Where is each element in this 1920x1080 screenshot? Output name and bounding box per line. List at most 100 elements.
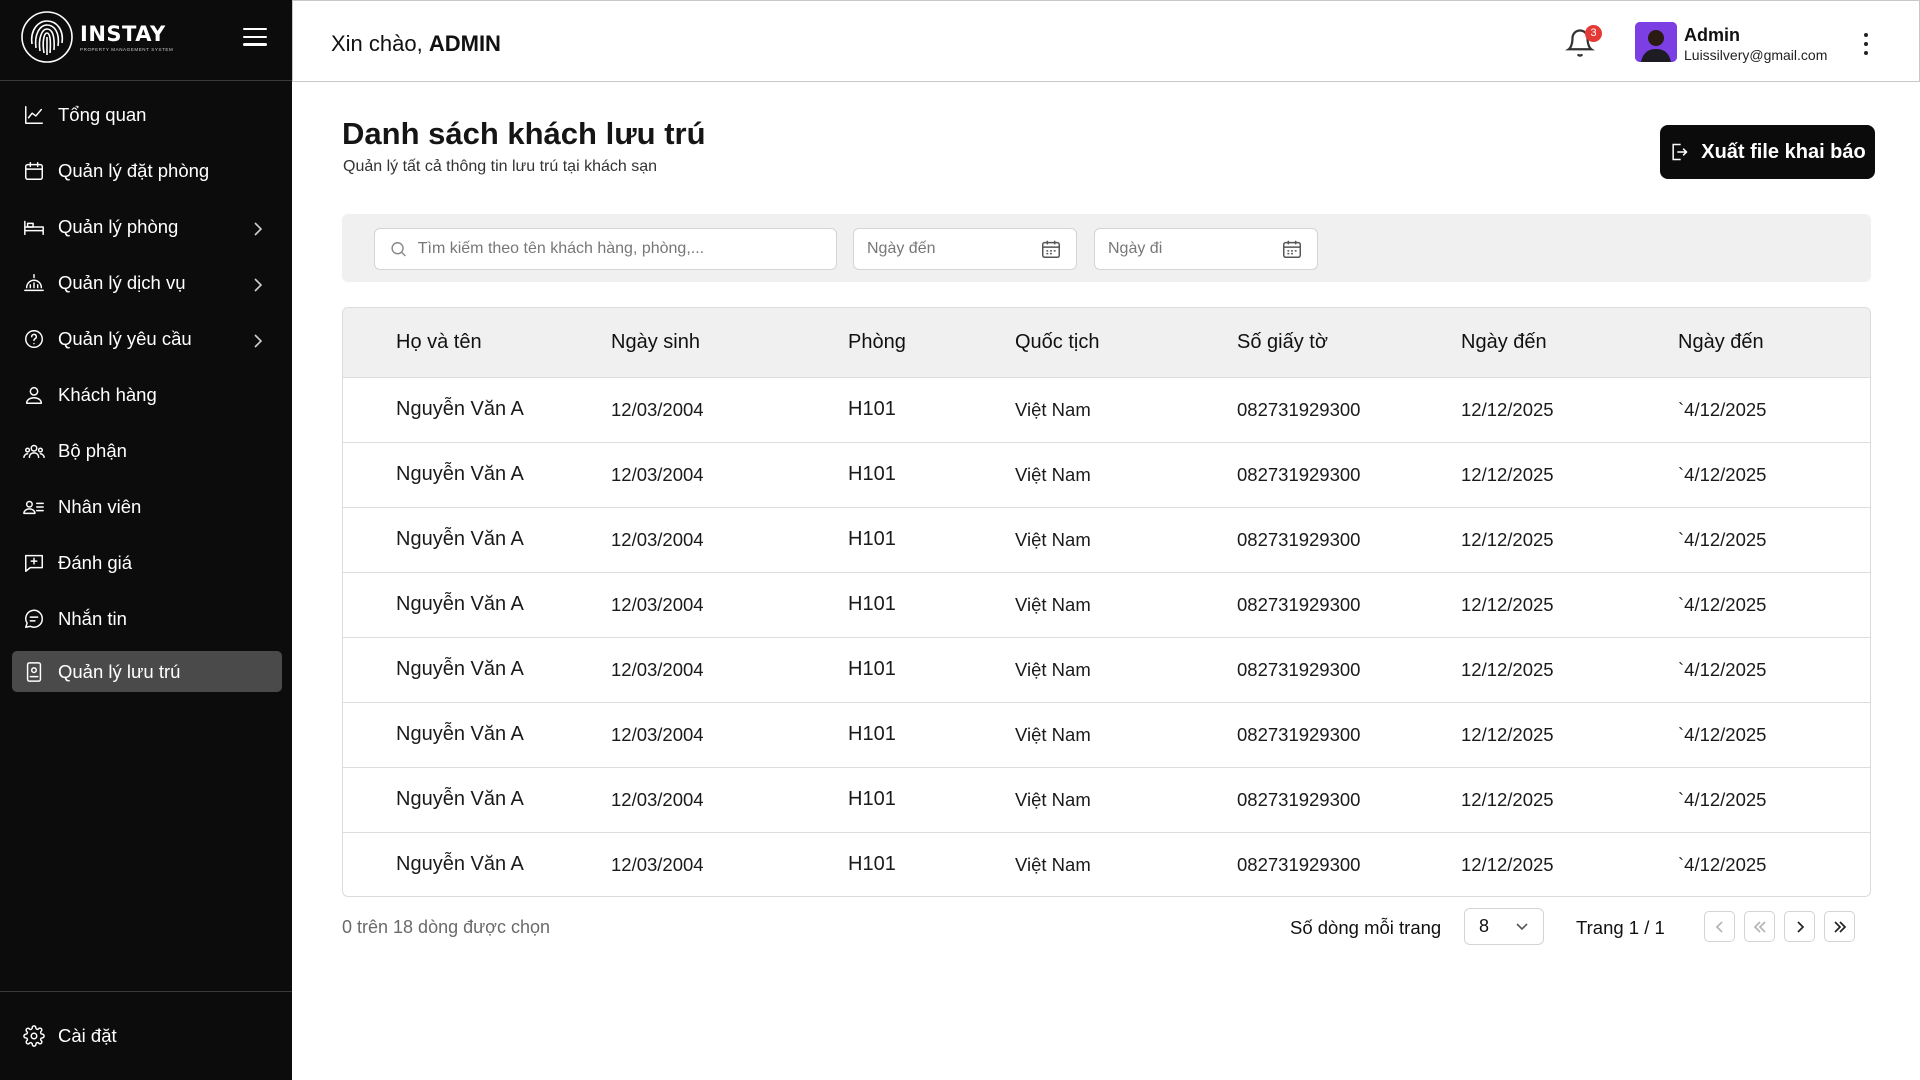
cell-departure-date: `4/12/2025 [1678, 398, 1767, 420]
hamburger-menu-icon[interactable] [243, 28, 267, 50]
cell-full-name: Nguyễn Văn A [396, 788, 524, 810]
sidebar-item-overview[interactable]: Tổng quan [0, 91, 292, 139]
cell-arrival-date: 12/12/2025 [1461, 398, 1554, 420]
export-declaration-button[interactable]: Xuất file khai báo [1660, 125, 1875, 179]
review-icon [22, 551, 46, 575]
table-row[interactable]: Nguyễn Văn A 12/03/2004 H101 Việt Nam 082731… [343, 832, 1870, 896]
last-page-button[interactable] [1824, 911, 1855, 942]
user-name: Admin [1684, 25, 1740, 45]
cell-document-number: 082731929300 [1237, 658, 1361, 680]
column-header[interactable]: Họ và tên [396, 308, 611, 377]
sidebar-item-rooms[interactable]: Quản lý phòng [0, 203, 292, 251]
cell-nationality: Việt Nam [1015, 853, 1091, 875]
chevron-right-icon [252, 219, 266, 236]
table-row[interactable]: Nguyễn Văn A 12/03/2004 H101 Việt Nam 082731… [343, 377, 1870, 442]
cell-nationality: Việt Nam [1015, 723, 1091, 745]
cell-document-number: 082731929300 [1237, 853, 1361, 875]
avatar[interactable] [1635, 22, 1677, 62]
chart-line-icon [22, 103, 46, 127]
cell-arrival-date: 12/12/2025 [1461, 723, 1554, 745]
rows-per-page-label: Số dòng mỗi trang [1290, 917, 1442, 938]
export-button-label: Xuất file khai báo [1701, 140, 1866, 163]
sidebar-item-settings[interactable]: Cài đặt [0, 1012, 292, 1060]
guest-table-grid: Họ và tên Ngày sinh Phòng Quốc tịch Số g… [343, 308, 1870, 896]
export-icon [1672, 143, 1688, 161]
cell-birth-date: 12/03/2004 [611, 723, 704, 745]
calendar-icon [22, 159, 46, 183]
sidebar-item-bookings[interactable]: Quản lý đặt phòng [0, 147, 292, 195]
column-header[interactable]: Số giấy tờ [1237, 308, 1461, 377]
cell-nationality: Việt Nam [1015, 658, 1091, 680]
sidebar-item-services[interactable]: Quản lý dịch vụ [0, 259, 292, 307]
cell-full-name: Nguyễn Văn A [396, 463, 524, 485]
column-header[interactable]: Ngày đến [1461, 308, 1678, 377]
cell-room: H101 [848, 398, 896, 420]
cell-document-number: 082731929300 [1237, 398, 1361, 420]
table-row[interactable]: Nguyễn Văn A 12/03/2004 H101 Việt Nam 082731… [343, 767, 1870, 832]
arrival-date-input[interactable] [867, 240, 1040, 258]
more-options-icon[interactable] [1861, 31, 1871, 57]
cell-arrival-date: 12/12/2025 [1461, 463, 1554, 485]
departure-date-input[interactable] [1108, 240, 1281, 258]
double-chevron-right-icon [1833, 920, 1846, 933]
table-row[interactable]: Nguyễn Văn A 12/03/2004 H101 Việt Nam 082731… [343, 702, 1870, 767]
staff-list-icon [22, 495, 46, 519]
search-field[interactable] [374, 228, 837, 270]
previous-page-button[interactable] [1704, 911, 1735, 942]
sidebar-item-departments[interactable]: Bộ phận [0, 427, 292, 475]
search-input[interactable] [417, 240, 836, 258]
column-header[interactable]: Ngày sinh [611, 308, 848, 377]
sidebar-item-staff[interactable]: Nhân viên [0, 483, 292, 531]
cell-room: H101 [848, 593, 896, 615]
departure-date-field[interactable] [1094, 228, 1318, 270]
cell-arrival-date: 12/12/2025 [1461, 593, 1554, 615]
cell-room: H101 [848, 788, 896, 810]
cell-document-number: 082731929300 [1237, 528, 1361, 550]
table-row[interactable]: Nguyễn Văn A 12/03/2004 H101 Việt Nam 082731… [343, 637, 1870, 702]
arrival-date-field[interactable] [853, 228, 1077, 270]
page-subtitle: Quản lý tất cả thông tin lưu trú tại khá… [343, 158, 657, 175]
calendar-icon[interactable] [1281, 238, 1303, 260]
calendar-icon[interactable] [1040, 238, 1062, 260]
cell-departure-date: `4/12/2025 [1678, 593, 1767, 615]
brand-logo[interactable]: INSTAY PROPERTY MANAGEMENT SYSTEM [20, 10, 173, 64]
search-icon [391, 242, 406, 257]
cell-departure-date: `4/12/2025 [1678, 658, 1767, 680]
cell-birth-date: 12/03/2004 [611, 853, 704, 875]
user-icon [22, 383, 46, 407]
table-row[interactable]: Nguyễn Văn A 12/03/2004 H101 Việt Nam 082731… [343, 507, 1870, 572]
filter-bar [342, 214, 1871, 282]
cell-room: H101 [848, 528, 896, 550]
help-circle-icon [22, 327, 46, 351]
next-page-button[interactable] [1784, 911, 1815, 942]
cell-full-name: Nguyễn Văn A [396, 658, 524, 680]
column-header[interactable]: Quốc tịch [1015, 308, 1237, 377]
page-title: Danh sách khách lưu trú [342, 116, 706, 151]
sidebar-item-customers[interactable]: Khách hàng [0, 371, 292, 419]
sidebar-item-residence[interactable]: Quản lý lưu trú [12, 651, 282, 692]
service-bell-icon [22, 271, 46, 295]
sidebar-item-label: Quản lý phòng [58, 216, 179, 237]
sidebar-item-requests[interactable]: Quản lý yêu cầu [0, 315, 292, 363]
cell-arrival-date: 12/12/2025 [1461, 658, 1554, 680]
column-header[interactable]: Ngày đến [1678, 308, 1870, 377]
cell-nationality: Việt Nam [1015, 463, 1091, 485]
cell-arrival-date: 12/12/2025 [1461, 788, 1554, 810]
sidebar-item-reviews[interactable]: Đánh giá [0, 539, 292, 587]
cell-document-number: 082731929300 [1237, 788, 1361, 810]
sidebar-item-label: Quản lý đặt phòng [58, 160, 210, 181]
sidebar-item-messages[interactable]: Nhắn tin [0, 595, 292, 643]
bed-icon [22, 215, 46, 239]
chevron-down-icon [1516, 923, 1528, 931]
table-row[interactable]: Nguyễn Văn A 12/03/2004 H101 Việt Nam 082731… [343, 572, 1870, 637]
cell-arrival-date: 12/12/2025 [1461, 528, 1554, 550]
cell-departure-date: `4/12/2025 [1678, 788, 1767, 810]
notification-badge: 3 [1585, 25, 1602, 42]
rows-per-page-select[interactable]: 8 [1464, 908, 1544, 945]
cell-nationality: Việt Nam [1015, 593, 1091, 615]
column-header[interactable]: Phòng [848, 308, 1015, 377]
cell-birth-date: 12/03/2004 [611, 398, 704, 420]
cell-birth-date: 12/03/2004 [611, 593, 704, 615]
table-row[interactable]: Nguyễn Văn A 12/03/2004 H101 Việt Nam 082731… [343, 442, 1870, 507]
first-page-button[interactable] [1744, 911, 1775, 942]
